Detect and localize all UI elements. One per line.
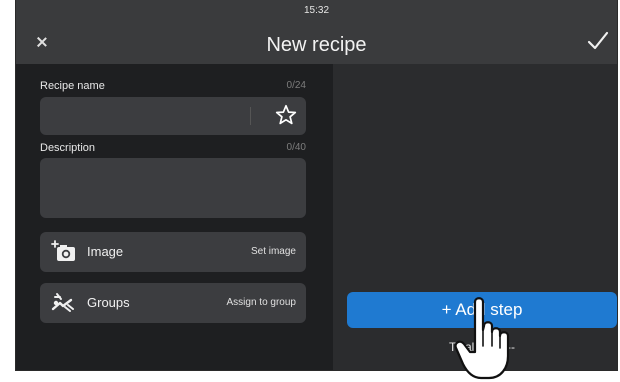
top-app-bar: New recipe xyxy=(16,22,617,64)
status-bar: 15:32 xyxy=(16,0,617,22)
description-label: Description xyxy=(40,142,96,154)
favorite-star-icon[interactable] xyxy=(274,103,298,127)
field-divider xyxy=(250,107,251,125)
groups-row-label: Groups xyxy=(87,295,130,310)
page-title: New recipe xyxy=(266,34,367,56)
add-photo-icon xyxy=(51,240,75,261)
set-image-button[interactable]: Image Set image xyxy=(40,232,306,272)
recipe-name-counter: 0/24 xyxy=(286,80,306,91)
recipe-form-panel: Recipe name 0/24 Description 0/40 Image … xyxy=(16,64,333,370)
status-time: 15:32 xyxy=(303,5,330,16)
confirm-check-icon[interactable] xyxy=(585,28,611,54)
image-row-action: Set image xyxy=(250,246,296,257)
recipe-name-label: Recipe name xyxy=(40,80,105,92)
hand-pointer-icon xyxy=(454,297,510,380)
groups-row-action: Assign to group xyxy=(226,297,297,308)
assign-group-button[interactable]: Groups Assign to group xyxy=(40,283,306,323)
app-window: 15:32 New recipe Recipe name 0/24 Descri… xyxy=(15,0,618,371)
recipe-name-input[interactable] xyxy=(40,97,306,135)
groups-icon xyxy=(51,293,74,312)
image-row-label: Image xyxy=(87,244,124,259)
description-input[interactable] xyxy=(40,158,306,218)
description-counter: 0/40 xyxy=(286,142,306,153)
